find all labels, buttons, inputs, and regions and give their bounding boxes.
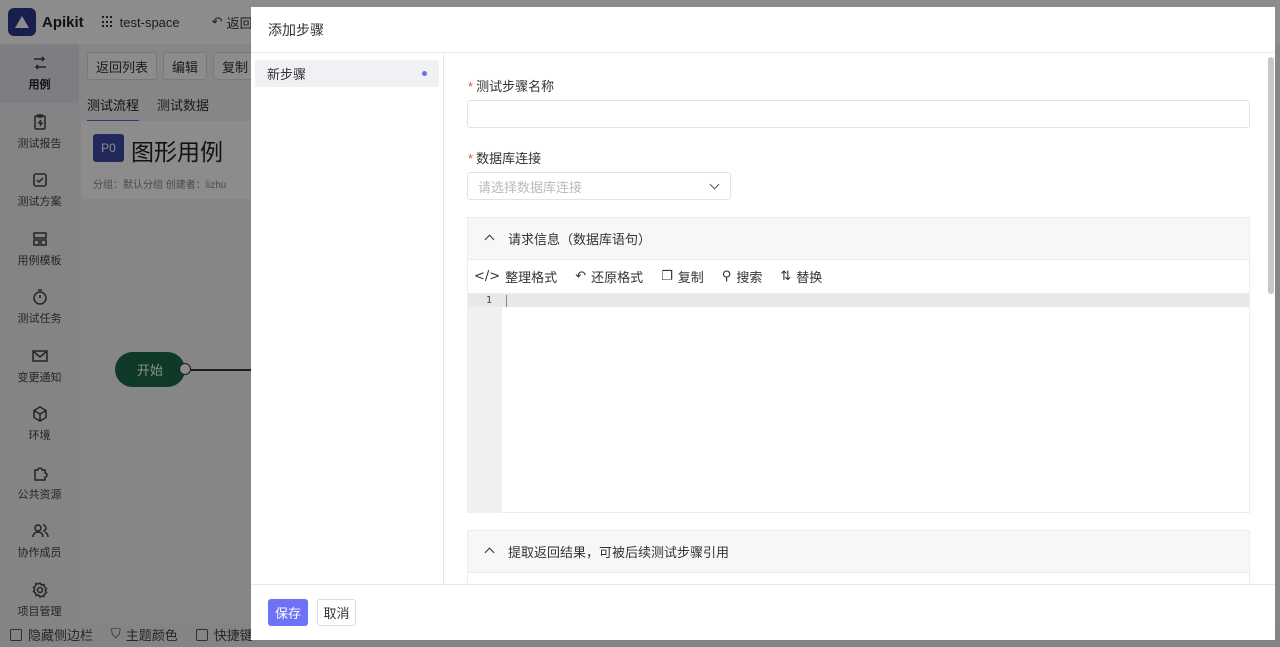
db-connection-select[interactable]: 请选择数据库连接: [467, 172, 731, 200]
extract-panel-header[interactable]: 提取返回结果，可被后续测试步骤引用: [468, 531, 1249, 572]
cancel-button[interactable]: 取消: [317, 599, 356, 626]
chevron-up-icon: [484, 547, 495, 558]
extract-panel: 提取返回结果，可被后续测试步骤引用: [467, 530, 1250, 584]
restore-label: 还原格式: [591, 270, 644, 285]
replace-button[interactable]: ⇅ 替换: [780, 267, 822, 286]
add-step-dialog: 添加步骤 新步骤 * 测试步骤名称 * 数据库连接 请选择数据库连接 请求信息（数据…: [251, 7, 1275, 640]
code-icon: </>: [474, 269, 501, 284]
step-name-input[interactable]: [467, 100, 1250, 128]
copy-label: 复制: [677, 270, 704, 285]
undo-icon: ↶: [575, 269, 587, 284]
db-connection-placeholder: 请选择数据库连接: [478, 179, 583, 195]
search-label: 搜索: [736, 270, 763, 285]
extract-table-header: [468, 572, 1249, 584]
step-list-item[interactable]: 新步骤: [255, 60, 439, 87]
copy-icon: ❐: [661, 269, 673, 284]
dialog-scrollbar[interactable]: [1268, 57, 1274, 294]
request-panel-header[interactable]: 请求信息（数据库语句）: [468, 218, 1249, 259]
chevron-up-icon: [484, 234, 495, 245]
db-connection-label: * 数据库连接: [468, 148, 541, 167]
step-list: 新步骤: [251, 53, 444, 584]
search-icon: ⚲: [721, 269, 732, 284]
request-panel: 请求信息（数据库语句） </> 整理格式 ↶ 还原格式 ❐ 复制 ⚲ 搜索 ⇅ …: [467, 217, 1250, 513]
line-number: 1: [486, 295, 493, 306]
required-mark: *: [468, 151, 474, 166]
copy-code-button[interactable]: ❐ 复制: [661, 267, 704, 286]
dialog-title: 添加步骤: [251, 7, 1275, 53]
step-name-label: * 测试步骤名称: [468, 76, 554, 95]
step-form: * 测试步骤名称 * 数据库连接 请选择数据库连接 请求信息（数据库语句） </> …: [445, 53, 1269, 584]
editor-gutter: [468, 294, 502, 513]
step-name: 新步骤: [267, 67, 307, 82]
search-button[interactable]: ⚲ 搜索: [722, 267, 763, 286]
text-cursor: [506, 295, 507, 307]
editor-toolbar: </> 整理格式 ↶ 还原格式 ❐ 复制 ⚲ 搜索 ⇅ 替换: [468, 259, 1249, 293]
step-name-label-text: 测试步骤名称: [476, 79, 555, 94]
replace-label: 替换: [796, 270, 823, 285]
format-button[interactable]: </> 整理格式: [474, 267, 557, 286]
format-label: 整理格式: [505, 270, 558, 285]
restore-format-button[interactable]: ↶ 还原格式: [575, 267, 643, 286]
required-mark: *: [468, 79, 474, 94]
chevron-down-icon: [709, 179, 720, 190]
active-line: [468, 294, 1249, 307]
extract-panel-title: 提取返回结果，可被后续测试步骤引用: [508, 545, 730, 560]
db-connection-label-text: 数据库连接: [476, 151, 542, 166]
dialog-footer: 保存 取消: [251, 584, 1275, 640]
unsaved-dot-icon: [422, 71, 427, 76]
save-button[interactable]: 保存: [268, 599, 308, 626]
sql-editor[interactable]: 1: [468, 293, 1249, 513]
request-panel-title: 请求信息（数据库语句）: [508, 232, 652, 247]
replace-icon: ⇅: [780, 269, 792, 284]
